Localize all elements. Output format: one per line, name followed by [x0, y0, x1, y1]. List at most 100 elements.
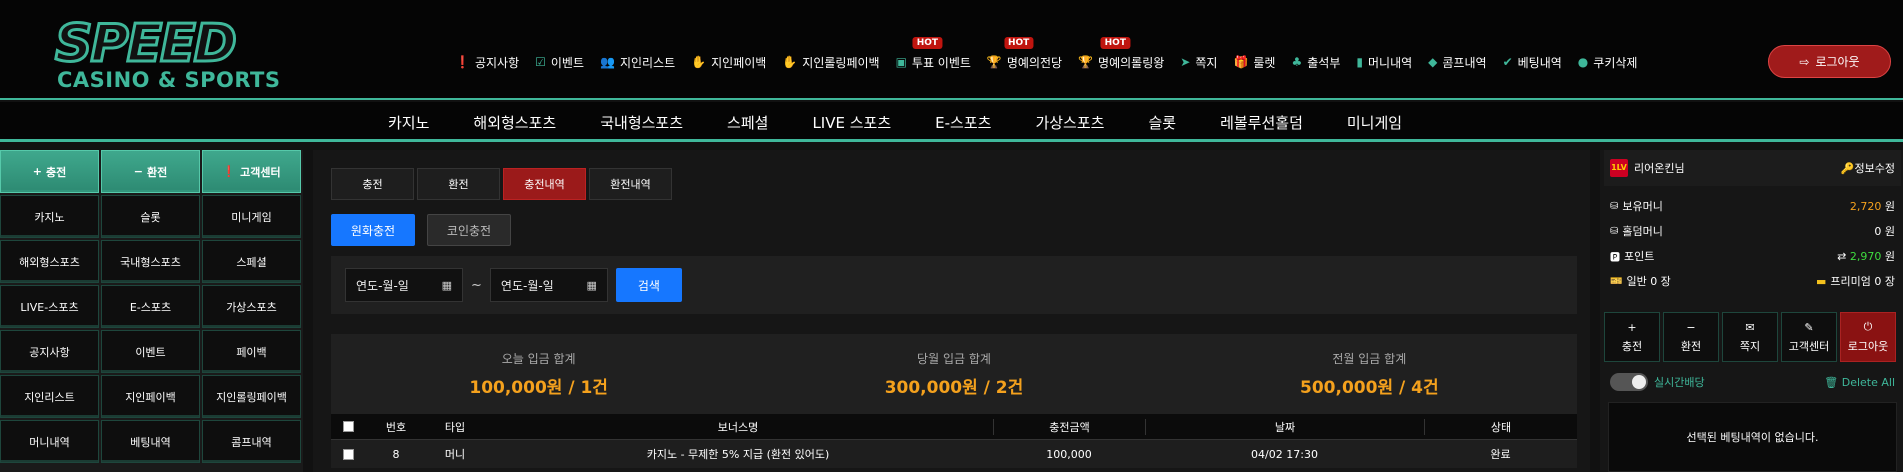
live-odds-label: 실시간배당 — [1654, 376, 1705, 389]
top-nav-item[interactable]: HOT ▣ 투표 이벤트 — [895, 36, 971, 71]
main-nav-item[interactable]: 스페셜 — [727, 112, 768, 133]
main-nav-item[interactable]: 해외형스포츠 — [473, 112, 556, 133]
left-menu-item[interactable]: E-스포츠 — [101, 285, 200, 328]
table-row: 8 머니 카지노 - 무제한 5% 지급 (환전 있어도) 100,000 04… — [331, 440, 1577, 468]
button-label: 충전 — [1621, 339, 1643, 353]
top-nav-label: 머니내역 — [1367, 55, 1413, 70]
left-menu-item[interactable]: 공지사항 — [0, 330, 99, 373]
main-nav-item[interactable]: 레볼루션홀덤 — [1220, 112, 1303, 133]
left-menu-item[interactable]: 지인리스트 — [0, 375, 99, 418]
edit-profile-link[interactable]: 🔑정보수정 — [1841, 160, 1895, 176]
top-nav-item[interactable]: ✋ 지인페이백 — [691, 54, 766, 71]
summary-label: 오늘 입금 합계 — [501, 352, 576, 366]
withdraw-button[interactable]: − 환전 — [101, 150, 200, 193]
summary-value: 500,000원 / 4건 — [1300, 378, 1439, 398]
left-menu-item[interactable]: 콤프내역 — [202, 420, 301, 463]
summary-value: 300,000원 / 2건 — [884, 378, 1024, 398]
top-nav-item[interactable]: HOT 🏆 명예의전당 — [987, 36, 1062, 71]
live-odds-toggle[interactable] — [1610, 373, 1648, 391]
top-nav-label: 출석부 — [1307, 55, 1341, 70]
left-menu-item[interactable]: 베팅내역 — [101, 420, 200, 463]
customer-center-button[interactable]: ❗ 고객센터 — [202, 150, 301, 193]
edit-profile-label: 정보수정 — [1854, 162, 1895, 175]
minus-icon: − — [133, 165, 143, 178]
main-nav-item[interactable]: 가상스포츠 — [1035, 112, 1104, 133]
tab-coin-deposit[interactable]: 코인충전 — [427, 214, 511, 246]
top-nav-item[interactable]: ♣ 출석부 — [1291, 54, 1340, 71]
search-button[interactable]: 검색 — [615, 268, 682, 302]
top-nav-label: 베팅내역 — [1517, 55, 1562, 70]
quick-deposit-button[interactable]: + 충전 — [1604, 312, 1660, 362]
stamp-icon: ♣ — [1291, 55, 1303, 69]
main-nav-item[interactable]: 카지노 — [388, 112, 429, 133]
tab-withdraw[interactable]: 환전 — [417, 168, 500, 200]
calendar-icon[interactable]: ▦ — [442, 279, 452, 292]
main-nav-item[interactable]: E-스포츠 — [935, 112, 991, 133]
left-menu-item[interactable]: 카지노 — [0, 195, 99, 238]
top-nav-item[interactable]: ● 쿠키삭제 — [1578, 54, 1638, 71]
tab-deposit[interactable]: 충전 — [331, 168, 414, 200]
top-nav-item[interactable]: ✋ 지인롤링페이백 — [782, 54, 879, 71]
row-amount: 100,000 — [1046, 447, 1092, 461]
hand-money-icon: ✋ — [691, 55, 707, 69]
site-logo[interactable]: SPEED CASINO & SPORTS — [54, 17, 281, 93]
left-menu-item[interactable]: 미니게임 — [202, 195, 301, 238]
left-menu-item[interactable]: 머니내역 — [0, 420, 99, 463]
top-nav-item[interactable]: ☑ 이벤트 — [535, 54, 584, 71]
main-nav-item[interactable]: 슬롯 — [1148, 112, 1176, 133]
button-label: 고객센터 — [1788, 339, 1830, 353]
holdem-value: 0 — [1874, 225, 1882, 238]
main-nav-item[interactable]: 국내형스포츠 — [600, 112, 683, 133]
tab-withdraw-history[interactable]: 환전내역 — [589, 168, 672, 200]
delete-all-button[interactable]: 🗑 Delete All — [1824, 376, 1895, 389]
main-nav-item[interactable]: LIVE 스포츠 — [812, 112, 891, 133]
left-menu-item[interactable]: 지인페이백 — [101, 375, 200, 418]
left-menu-item[interactable]: 페이백 — [202, 330, 301, 373]
top-nav-item[interactable]: ▮ 머니내역 — [1356, 54, 1412, 71]
left-menu-item[interactable]: 국내형스포츠 — [101, 240, 200, 283]
date-separator: ~ — [471, 277, 482, 293]
quick-message-button[interactable]: ✉ 쪽지 — [1722, 312, 1778, 362]
start-date-placeholder: 연도-월-일 — [356, 278, 409, 293]
summary-value: 100,000원 / 1건 — [469, 378, 608, 398]
left-menu-item[interactable]: 해외형스포츠 — [0, 240, 99, 283]
info-icon: ❗ — [222, 165, 237, 178]
minus-icon: − — [1686, 320, 1696, 334]
end-date-input[interactable]: 연도-월-일 ▦ — [489, 268, 608, 302]
start-date-input[interactable]: 연도-월-일 ▦ — [345, 268, 463, 302]
left-menu-item[interactable]: 스페셜 — [202, 240, 301, 283]
top-nav-item[interactable]: 🎁 룰렛 — [1233, 54, 1275, 71]
quick-withdraw-button[interactable]: − 환전 — [1663, 312, 1719, 362]
top-nav-item[interactable]: ✔ 베팅내역 — [1503, 54, 1562, 71]
left-menu-item[interactable]: 가상스포츠 — [202, 285, 301, 328]
top-nav-item[interactable]: ➤ 쪽지 — [1180, 54, 1217, 71]
tab-krw-deposit[interactable]: 원화충전 — [331, 214, 415, 246]
left-menu-item[interactable]: 슬롯 — [101, 195, 200, 238]
quick-customer-center-button[interactable]: ✎ 고객센터 — [1781, 312, 1837, 362]
row-checkbox[interactable] — [342, 448, 354, 460]
deposit-button[interactable]: + 충전 — [0, 150, 99, 193]
piggy-bank-icon: ◆ — [1428, 55, 1438, 69]
envelope-icon: ✉ — [1745, 320, 1755, 334]
calendar-icon[interactable]: ▦ — [587, 279, 597, 292]
vote-icon: ▣ — [895, 55, 907, 69]
top-nav-item[interactable]: 👥 지인리스트 — [600, 54, 675, 71]
normal-coupon: 일반 0 장 — [1626, 275, 1671, 288]
exchange-icon[interactable]: ⇄ — [1837, 250, 1846, 263]
tab-deposit-history[interactable]: 충전내역 — [503, 168, 586, 200]
left-menu-item[interactable]: 지인롤링페이백 — [202, 375, 301, 418]
logout-button[interactable]: ⇨ 로그아웃 — [1768, 45, 1891, 78]
users-icon: 👥 — [600, 55, 615, 69]
top-nav-item[interactable]: HOT 🏆 명예의롤링왕 — [1078, 36, 1164, 71]
top-nav-item[interactable]: ◆ 콤프내역 — [1428, 54, 1486, 71]
quick-logout-button[interactable]: ⏻ 로그아웃 — [1840, 312, 1896, 362]
select-all-checkbox[interactable] — [342, 421, 354, 432]
left-menu-item[interactable]: LIVE-스포츠 — [0, 285, 99, 328]
summary-label: 전월 입금 합계 — [1332, 352, 1407, 366]
main-nav-item[interactable]: 미니게임 — [1347, 112, 1402, 133]
top-header: SPEED CASINO & SPORTS ❗ 공지사항 ☑ 이벤트 👥 지인리스트 ✋ 지인… — [0, 0, 1903, 100]
top-nav-item[interactable]: ❗ 공지사항 — [455, 54, 519, 71]
hot-badge: HOT — [1100, 36, 1130, 49]
row-date: 04/02 17:30 — [1251, 447, 1318, 461]
left-menu-item[interactable]: 이벤트 — [101, 330, 200, 373]
